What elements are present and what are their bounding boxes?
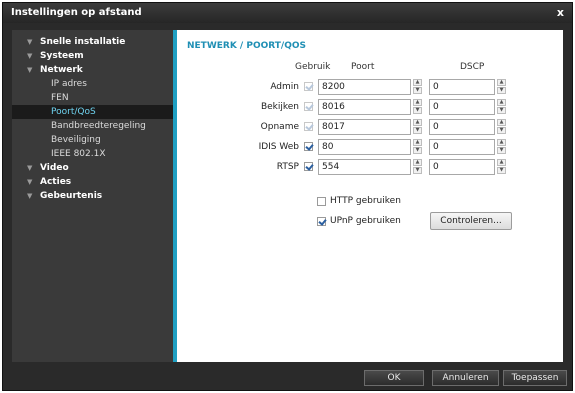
- dscp-stepper[interactable]: ▲ ▼: [497, 99, 506, 115]
- expand-triangle-icon: ▼: [27, 38, 33, 46]
- down-arrow-icon[interactable]: ▼: [413, 167, 422, 174]
- dscp-stepper[interactable]: ▲ ▼: [497, 159, 506, 175]
- sidebar-item-label: Acties: [40, 177, 72, 187]
- dscp-input[interactable]: 0: [429, 159, 495, 175]
- apply-button[interactable]: Toepassen: [503, 370, 567, 386]
- dscp-stepper[interactable]: ▲ ▼: [497, 139, 506, 155]
- up-arrow-icon[interactable]: ▲: [497, 119, 506, 126]
- down-arrow-icon[interactable]: ▼: [497, 127, 506, 134]
- main-panel: NETWERK / POORT/QOS Gebruik Poort DSCP A…: [177, 30, 563, 362]
- sidebar-item[interactable]: ▼ Acties: [12, 175, 173, 189]
- expand-triangle-icon: ▼: [27, 178, 33, 186]
- sidebar-item-label: Snelle installatie: [40, 37, 126, 47]
- page-title: NETWERK / POORT/QOS: [187, 41, 306, 51]
- sidebar-item-label: FEN: [51, 93, 69, 103]
- sidebar-item[interactable]: ▼ Video: [12, 161, 173, 175]
- down-arrow-icon[interactable]: ▼: [413, 107, 422, 114]
- ok-button[interactable]: OK: [364, 370, 424, 386]
- row-label: Bekijken: [260, 102, 299, 112]
- sidebar-item-label: IEEE 802.1X: [51, 149, 106, 159]
- up-arrow-icon[interactable]: ▲: [497, 99, 506, 106]
- dscp-input[interactable]: 0: [429, 139, 495, 155]
- sidebar-item[interactable]: ▼ Snelle installatie: [12, 35, 173, 49]
- port-stepper[interactable]: ▲ ▼: [413, 79, 422, 95]
- down-arrow-icon[interactable]: ▼: [413, 147, 422, 154]
- column-header-port: Poort: [351, 62, 375, 72]
- sidebar-item-label: Systeem: [40, 51, 84, 61]
- sidebar-item-label: Beveiliging: [51, 135, 101, 145]
- cancel-button[interactable]: Annuleren: [432, 370, 499, 386]
- expand-triangle-icon: ▼: [27, 52, 33, 60]
- port-input[interactable]: 8200: [318, 79, 411, 95]
- up-arrow-icon[interactable]: ▲: [413, 99, 422, 106]
- sidebar-item-label: IP adres: [51, 79, 87, 89]
- port-input[interactable]: 554: [318, 159, 411, 175]
- up-arrow-icon[interactable]: ▲: [497, 159, 506, 166]
- dscp-input[interactable]: 0: [429, 119, 495, 135]
- port-stepper[interactable]: ▲ ▼: [413, 139, 422, 155]
- row-label: IDIS Web: [258, 142, 299, 152]
- row-label: Admin: [270, 82, 299, 92]
- port-stepper[interactable]: ▲ ▼: [413, 119, 422, 135]
- title-bar: Instellingen op afstand x: [3, 3, 572, 23]
- use-checkbox: [304, 122, 313, 131]
- sidebar-item-label: Gebeurtenis: [40, 191, 103, 201]
- down-arrow-icon[interactable]: ▼: [497, 147, 506, 154]
- down-arrow-icon[interactable]: ▼: [497, 167, 506, 174]
- http-checkbox[interactable]: [317, 197, 326, 206]
- up-arrow-icon[interactable]: ▲: [413, 79, 422, 86]
- sidebar-item-label: Bandbreedteregeling: [51, 121, 146, 131]
- use-checkbox[interactable]: [304, 142, 313, 151]
- dscp-stepper[interactable]: ▲ ▼: [497, 79, 506, 95]
- sidebar-item-label: Poort/QoS: [51, 107, 96, 117]
- sidebar-item[interactable]: Beveiliging: [12, 133, 173, 147]
- window-title: Instellingen op afstand: [11, 7, 142, 18]
- upnp-label: UPnP gebruiken: [330, 216, 401, 226]
- up-arrow-icon[interactable]: ▲: [413, 119, 422, 126]
- sidebar-item[interactable]: ▼ Netwerk: [12, 63, 173, 77]
- check-button[interactable]: Controleren...: [430, 212, 512, 230]
- dscp-input[interactable]: 0: [429, 79, 495, 95]
- up-arrow-icon[interactable]: ▲: [497, 139, 506, 146]
- http-label: HTTP gebruiken: [330, 196, 401, 206]
- port-stepper[interactable]: ▲ ▼: [413, 99, 422, 115]
- down-arrow-icon[interactable]: ▼: [497, 107, 506, 114]
- column-header-dscp: DSCP: [460, 62, 485, 72]
- sidebar-item[interactable]: Bandbreedteregeling: [12, 119, 173, 133]
- down-arrow-icon[interactable]: ▼: [413, 127, 422, 134]
- sidebar-item[interactable]: ▼ Systeem: [12, 49, 173, 63]
- port-input[interactable]: 8016: [318, 99, 411, 115]
- use-checkbox: [304, 82, 313, 91]
- port-input[interactable]: 80: [318, 139, 411, 155]
- row-label: Opname: [260, 122, 299, 132]
- sidebar: ▼ Snelle installatie ▼ Systeem ▼ Netwerk IP ad…: [12, 30, 177, 362]
- expand-triangle-icon: ▼: [27, 192, 33, 200]
- port-stepper[interactable]: ▲ ▼: [413, 159, 422, 175]
- port-input[interactable]: 8017: [318, 119, 411, 135]
- expand-triangle-icon: ▼: [27, 164, 33, 172]
- up-arrow-icon[interactable]: ▲: [413, 139, 422, 146]
- sidebar-item-label: Netwerk: [40, 65, 83, 75]
- sidebar-item[interactable]: Poort/QoS: [12, 105, 173, 119]
- sidebar-item-label: Video: [40, 163, 69, 173]
- dscp-stepper[interactable]: ▲ ▼: [497, 119, 506, 135]
- expand-triangle-icon: ▼: [27, 66, 33, 74]
- close-icon[interactable]: x: [557, 3, 564, 23]
- sidebar-item[interactable]: ▼ Gebeurtenis: [12, 189, 173, 203]
- up-arrow-icon[interactable]: ▲: [497, 79, 506, 86]
- use-checkbox: [304, 102, 313, 111]
- column-header-use: Gebruik: [295, 62, 331, 72]
- dscp-input[interactable]: 0: [429, 99, 495, 115]
- sidebar-item[interactable]: FEN: [12, 91, 173, 105]
- down-arrow-icon[interactable]: ▼: [497, 87, 506, 94]
- row-label: RTSP: [276, 162, 299, 172]
- sidebar-item[interactable]: IEEE 802.1X: [12, 147, 173, 161]
- sidebar-item[interactable]: IP adres: [12, 77, 173, 91]
- settings-window: Instellingen op afstand x ▼ Snelle instal…: [2, 2, 573, 391]
- down-arrow-icon[interactable]: ▼: [413, 87, 422, 94]
- use-checkbox[interactable]: [304, 162, 313, 171]
- up-arrow-icon[interactable]: ▲: [413, 159, 422, 166]
- upnp-checkbox[interactable]: [317, 217, 326, 226]
